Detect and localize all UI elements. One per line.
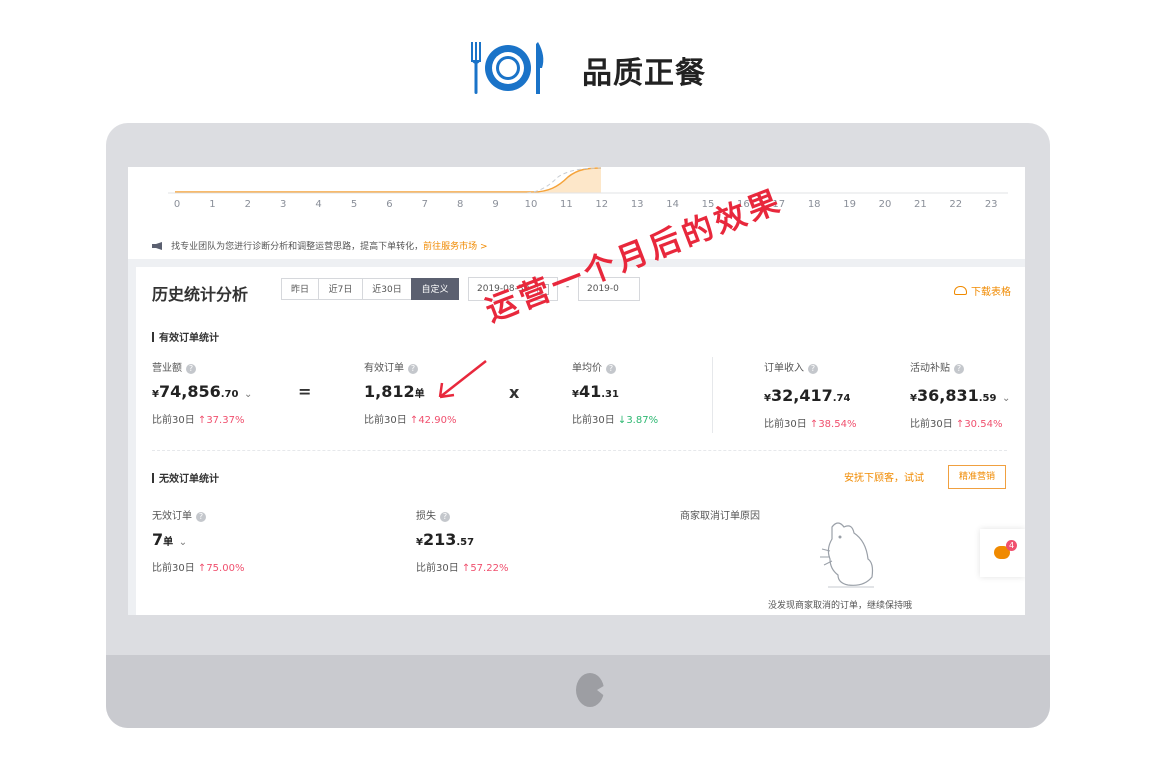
tab-yesterday[interactable]: 昨日 bbox=[281, 278, 319, 300]
floating-chat-button[interactable]: 4 bbox=[980, 529, 1025, 577]
help-icon[interactable]: ? bbox=[408, 364, 418, 374]
metric-value: ¥41.31 bbox=[572, 382, 619, 401]
help-icon[interactable]: ? bbox=[196, 512, 206, 522]
x-tick-label: 0 bbox=[173, 199, 181, 210]
x-tick-label: 6 bbox=[386, 199, 393, 210]
divider-dashed bbox=[152, 450, 1007, 451]
x-tick-label: 23 bbox=[984, 199, 998, 210]
x-tick-label: 3 bbox=[280, 199, 287, 210]
empty-state-text: 没发现商家取消的订单，继续保持哦 bbox=[768, 601, 913, 611]
metric-label: 营业额 bbox=[152, 363, 182, 374]
metric-label: 订单收入 bbox=[764, 363, 804, 374]
invalid-orders-heading: 无效订单统计 bbox=[152, 470, 219, 485]
x-tick-label: 1 bbox=[209, 199, 216, 210]
x-tick-label: 4 bbox=[315, 199, 322, 210]
metric-label: 有效订单 bbox=[364, 363, 404, 374]
metric-value[interactable]: ¥74,856.70 ⌄ bbox=[152, 382, 252, 401]
tab-30days[interactable]: 近30日 bbox=[362, 278, 412, 300]
help-icon[interactable]: ? bbox=[606, 364, 616, 374]
x-tick-label: 7 bbox=[421, 199, 428, 210]
metric-revenue: 营业额? ¥74,856.70 ⌄ 比前30日 ↑37.37% bbox=[152, 363, 253, 426]
empty-state-rabbit-icon bbox=[818, 519, 880, 595]
speaker-icon bbox=[152, 242, 162, 250]
metric-value: ¥32,417.74 bbox=[764, 386, 851, 405]
x-tick-label: 13 bbox=[630, 199, 644, 210]
x-tick-label: 22 bbox=[949, 199, 963, 210]
valid-orders-heading: 有效订单统计 bbox=[152, 329, 219, 344]
x-tick-label: 10 bbox=[524, 199, 538, 210]
x-tick-label: 11 bbox=[560, 199, 573, 210]
x-tick-label: 12 bbox=[595, 199, 609, 210]
x-tick-label: 21 bbox=[914, 199, 927, 210]
download-table-link[interactable]: 下载表格 bbox=[954, 283, 1011, 298]
cancel-reason-title: 商家取消订单原因 bbox=[680, 511, 760, 522]
metric-value: ¥213.57 bbox=[416, 530, 475, 549]
x-tick-label: 9 bbox=[492, 199, 499, 210]
precise-marketing-button[interactable]: 精准营销 bbox=[948, 465, 1006, 489]
cloud-download-icon bbox=[954, 286, 967, 295]
plate-fork-knife-icon bbox=[471, 42, 544, 94]
hourly-chart-card: 0 1 2 3 4 5 6 7 8 9 10 11 12 13 14 15 16 17 18 19 20 21 22 23 找… bbox=[128, 167, 1025, 259]
help-icon[interactable]: ? bbox=[440, 512, 450, 522]
notification-badge: 4 bbox=[1006, 540, 1017, 551]
metric-label: 无效订单 bbox=[152, 511, 192, 522]
metric-label: 损失 bbox=[416, 511, 436, 522]
metric-avg-price: 单均价? ¥41.31 比前30日 ↓3.87% bbox=[572, 363, 659, 426]
chevron-down-icon[interactable]: ⌄ bbox=[179, 537, 187, 548]
metric-value[interactable]: ¥36,831.59 ⌄ bbox=[910, 386, 1010, 405]
hourly-chart bbox=[168, 167, 1008, 194]
appease-text: 安抚下顾客，试试 bbox=[844, 473, 924, 484]
help-icon[interactable]: ? bbox=[808, 364, 818, 374]
metric-invalid-orders: 无效订单? 7单 ⌄ 比前30日 ↑75.00% bbox=[152, 511, 245, 574]
metric-label: 活动补贴 bbox=[910, 363, 950, 374]
chevron-down-icon[interactable]: ⌄ bbox=[244, 389, 252, 400]
metric-loss: 损失? ¥213.57 比前30日 ↑57.22% bbox=[416, 511, 509, 574]
times-sign: x bbox=[509, 383, 520, 402]
metric-order-income: 订单收入? ¥32,417.74 比前30日 ↑38.54% bbox=[764, 363, 857, 430]
metric-value[interactable]: 7单 ⌄ bbox=[152, 530, 244, 549]
metric-activity-subsidy: 活动补贴? ¥36,831.59 ⌄ 比前30日 ↑30.54% bbox=[910, 363, 1011, 430]
chevron-down-icon[interactable]: ⌄ bbox=[1002, 393, 1010, 404]
metric-label: 单均价 bbox=[572, 363, 602, 374]
help-icon[interactable]: ? bbox=[954, 364, 964, 374]
x-tick-label: 5 bbox=[350, 199, 358, 210]
x-tick-label: 8 bbox=[457, 199, 464, 210]
apple-logo-icon bbox=[575, 670, 607, 708]
section-title: 历史统计分析 bbox=[152, 285, 249, 304]
tip-text: 找专业团队为您进行诊断分析和调整运营思路，提高下单转化， bbox=[171, 242, 424, 252]
screen: 0 1 2 3 4 5 6 7 8 9 10 11 12 13 14 15 16 17 18 19 20 21 22 23 找… bbox=[128, 167, 1025, 615]
equals-sign: = bbox=[298, 382, 312, 401]
history-card: 历史统计分析 昨日 近7日 近30日 自定义 2019-08-30 - 2019… bbox=[136, 267, 1025, 615]
service-market-link[interactable]: 前往服务市场 > bbox=[423, 242, 487, 252]
tip-bar: 找专业团队为您进行诊断分析和调整运营思路，提高下单转化，前往服务市场 > bbox=[152, 234, 488, 253]
annotation-arrow-icon bbox=[438, 360, 487, 399]
x-tick-label: 18 bbox=[807, 199, 821, 210]
x-tick-label: 19 bbox=[843, 199, 856, 210]
tab-custom[interactable]: 自定义 bbox=[411, 278, 459, 300]
x-tick-label: 14 bbox=[666, 199, 679, 210]
tab-7days[interactable]: 近7日 bbox=[318, 278, 363, 300]
download-label: 下载表格 bbox=[971, 287, 1011, 298]
brand-logo bbox=[468, 38, 548, 98]
x-tick-label: 20 bbox=[878, 199, 892, 210]
x-tick-label: 2 bbox=[244, 199, 251, 210]
help-icon[interactable]: ? bbox=[186, 364, 196, 374]
divider-vertical bbox=[712, 357, 713, 433]
page-title: 品质正餐 bbox=[582, 56, 706, 91]
